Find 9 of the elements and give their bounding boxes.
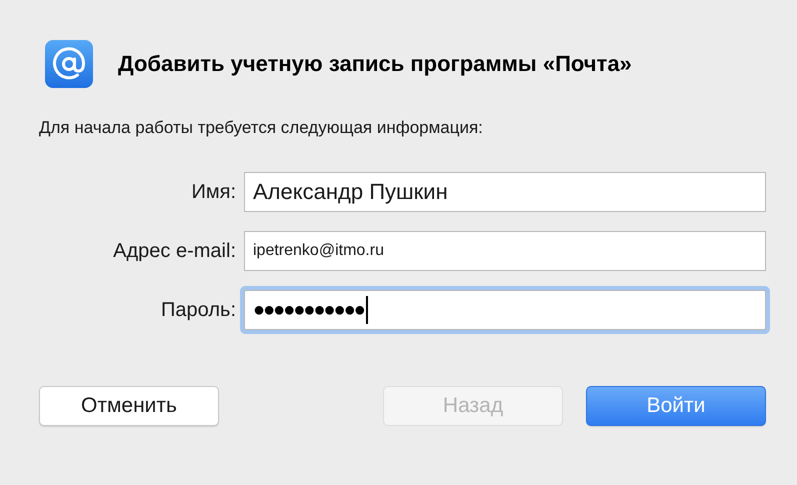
- field-label: Пароль:: [160, 298, 236, 322]
- dialog-button[interactable]: Отменить: [39, 386, 219, 426]
- field-label: Адрес e-mail:: [112, 240, 236, 262]
- input-field[interactable]: ipetrenko@itmo.ru: [244, 231, 766, 271]
- instruction-text: Для начала работы требуется следующая информация:: [39, 118, 484, 138]
- at-sign-icon: [45, 40, 93, 88]
- input-field[interactable]: Александр Пушкин: [244, 172, 766, 212]
- field-label: Имя:: [190, 180, 236, 204]
- dialog-title: Добавить учетную запись программы «Почта»: [118, 51, 632, 77]
